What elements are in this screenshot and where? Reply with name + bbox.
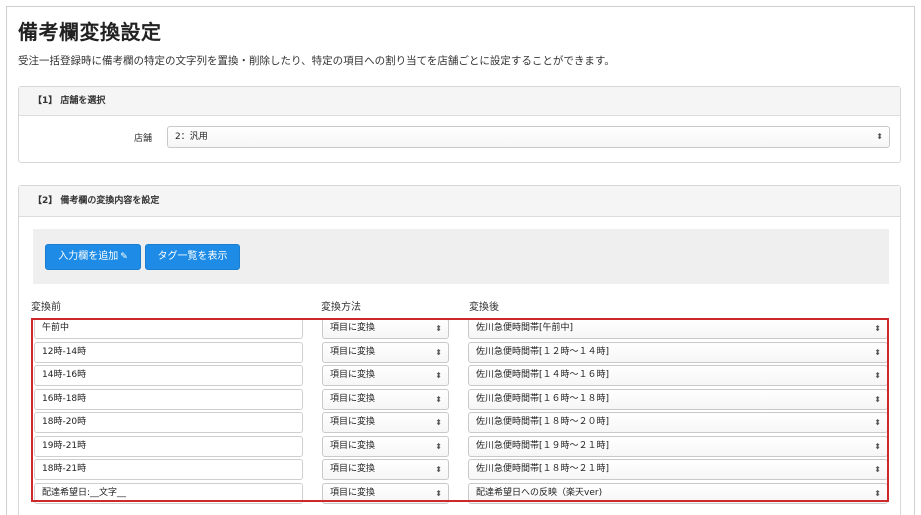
after-select-value: 佐川急便時間帯[１２時〜１４時] xyxy=(476,346,610,357)
updown-arrows-icon: ⬍ xyxy=(435,441,442,451)
page-title: 備考欄変換設定 xyxy=(18,20,162,44)
updown-arrows-icon: ⬍ xyxy=(435,324,442,333)
after-select[interactable]: 佐川急便時間帯[１２時〜１４時] ⬍ xyxy=(468,341,888,363)
after-select-value: 佐川急便時間帯[１８時〜２１時] xyxy=(476,464,610,474)
add-input-button-label: 入力欄を追加 xyxy=(58,251,119,262)
show-tags-button-label: タグ一覧を表示 xyxy=(157,251,228,262)
updown-arrows-icon: ⬍ xyxy=(435,488,442,498)
column-header-before: 変換前 xyxy=(31,302,61,313)
method-select-value: 項目に変換 xyxy=(330,417,376,427)
store-label: 店舗 xyxy=(134,134,153,144)
before-input[interactable]: 18時-21時 xyxy=(34,459,303,480)
before-input[interactable]: 16時-18時 xyxy=(34,388,303,410)
column-header-after: 変換後 xyxy=(469,302,499,313)
button-toolbar: 入力欄を追加 ✎ タグ一覧を表示 xyxy=(33,229,889,284)
store-select-panel: 【1】 店舗を選択 店舗 2：汎用 ⬍ xyxy=(18,86,901,163)
method-select[interactable]: 項目に変換 ⬍ xyxy=(322,482,449,504)
method-select[interactable]: 項目に変換 ⬍ xyxy=(322,412,449,433)
conversion-row: 12時-14時 項目に変換 ⬍ 佐川急便時間帯[１２時〜１４時] ⬍ xyxy=(31,341,891,364)
updown-arrows-icon: ⬍ xyxy=(435,465,442,474)
updown-arrows-icon: ⬍ xyxy=(874,347,881,357)
method-select-value: 項目に変換 xyxy=(330,346,376,357)
before-input[interactable]: 19時-21時 xyxy=(34,435,303,457)
updown-arrows-icon: ⬍ xyxy=(874,324,881,333)
before-input[interactable]: 12時-14時 xyxy=(34,341,303,363)
before-input[interactable]: 14時-16時 xyxy=(34,365,303,386)
updown-arrows-icon: ⬍ xyxy=(874,371,881,380)
method-select-value: 項目に変換 xyxy=(330,464,376,474)
after-select[interactable]: 佐川急便時間帯[１８時〜２０時] ⬍ xyxy=(468,412,888,433)
method-select[interactable]: 項目に変換 ⬍ xyxy=(322,459,449,480)
store-select[interactable]: 2：汎用 ⬍ xyxy=(167,126,890,148)
method-select-value: 項目に変換 xyxy=(330,323,376,333)
updown-arrows-icon: ⬍ xyxy=(435,394,442,404)
wrench-icon: ✎ xyxy=(120,252,128,262)
method-select[interactable]: 項目に変換 ⬍ xyxy=(322,435,449,457)
after-select-value: 配達希望日への反映（楽天ver) xyxy=(476,487,603,498)
conversion-row: 配達希望日:__文字__ 項目に変換 ⬍ 配達希望日への反映（楽天ver) ⬍ xyxy=(31,482,891,505)
updown-arrows-icon: ⬍ xyxy=(874,394,881,404)
column-header-method: 変換方法 xyxy=(321,302,361,313)
method-select[interactable]: 項目に変換 ⬍ xyxy=(322,341,449,363)
updown-arrows-icon: ⬍ xyxy=(435,418,442,427)
after-select[interactable]: 佐川急便時間帯[１９時〜２１時] ⬍ xyxy=(468,435,888,457)
after-select[interactable]: 佐川急便時間帯[１６時〜１８時] ⬍ xyxy=(468,388,888,410)
show-tags-button[interactable]: タグ一覧を表示 xyxy=(145,244,240,270)
method-select-value: 項目に変換 xyxy=(330,487,376,498)
after-select[interactable]: 配達希望日への反映（楽天ver) ⬍ xyxy=(468,482,888,504)
conversion-settings-panel: 【2】 備考欄の変換内容を設定 入力欄を追加 ✎ タグ一覧を表示 変換前 変換方法… xyxy=(18,185,901,515)
method-select-value: 項目に変換 xyxy=(330,393,376,404)
updown-arrows-icon: ⬍ xyxy=(874,465,881,474)
before-input[interactable]: 午前中 xyxy=(34,318,303,339)
add-input-button[interactable]: 入力欄を追加 ✎ xyxy=(45,244,141,270)
updown-arrows-icon: ⬍ xyxy=(435,347,442,357)
conversion-row: 18時-20時 項目に変換 ⬍ 佐川急便時間帯[１８時〜２０時] ⬍ xyxy=(31,411,891,434)
updown-arrows-icon: ⬍ xyxy=(874,488,881,498)
before-input[interactable]: 配達希望日:__文字__ xyxy=(34,482,303,504)
after-select[interactable]: 佐川急便時間帯[１８時〜２１時] ⬍ xyxy=(468,459,888,480)
updown-arrows-icon: ⬍ xyxy=(876,132,883,141)
after-select[interactable]: 佐川急便時間帯[午前中] ⬍ xyxy=(468,318,888,339)
after-select-value: 佐川急便時間帯[１８時〜２０時] xyxy=(476,417,610,427)
after-select-value: 佐川急便時間帯[１４時〜１６時] xyxy=(476,370,610,380)
conversion-row: 午前中 項目に変換 ⬍ 佐川急便時間帯[午前中] ⬍ xyxy=(31,317,891,340)
method-select[interactable]: 項目に変換 ⬍ xyxy=(322,388,449,410)
conversion-row: 14時-16時 項目に変換 ⬍ 佐川急便時間帯[１４時〜１６時] ⬍ xyxy=(31,364,891,387)
method-select[interactable]: 項目に変換 ⬍ xyxy=(322,365,449,386)
page-description: 受注一括登録時に備考欄の特定の文字列を置換・削除したり、特定の項目への割り当てを… xyxy=(18,55,615,67)
method-select-value: 項目に変換 xyxy=(330,440,376,451)
method-select[interactable]: 項目に変換 ⬍ xyxy=(322,318,449,339)
updown-arrows-icon: ⬍ xyxy=(874,441,881,451)
conversion-row: 19時-21時 項目に変換 ⬍ 佐川急便時間帯[１９時〜２１時] ⬍ xyxy=(31,435,891,458)
conversion-row: 18時-21時 項目に変換 ⬍ 佐川急便時間帯[１８時〜２１時] ⬍ xyxy=(31,458,891,481)
method-select-value: 項目に変換 xyxy=(330,370,376,380)
after-select-value: 佐川急便時間帯[午前中] xyxy=(476,323,574,333)
section1-heading: 【1】 店舗を選択 xyxy=(19,87,900,116)
after-select-value: 佐川急便時間帯[１６時〜１８時] xyxy=(476,393,610,404)
after-select[interactable]: 佐川急便時間帯[１４時〜１６時] ⬍ xyxy=(468,365,888,386)
conversion-row: 16時-18時 項目に変換 ⬍ 佐川急便時間帯[１６時〜１８時] ⬍ xyxy=(31,388,891,411)
store-select-value: 2：汎用 xyxy=(175,132,208,142)
updown-arrows-icon: ⬍ xyxy=(435,371,442,380)
after-select-value: 佐川急便時間帯[１９時〜２１時] xyxy=(476,440,610,451)
section2-heading: 【2】 備考欄の変換内容を設定 xyxy=(19,186,900,217)
conversion-rows: 午前中 項目に変換 ⬍ 佐川急便時間帯[午前中] ⬍ 12時-14時 項目に変換 ⬍ … xyxy=(31,317,891,505)
updown-arrows-icon: ⬍ xyxy=(874,418,881,427)
before-input[interactable]: 18時-20時 xyxy=(34,412,303,433)
